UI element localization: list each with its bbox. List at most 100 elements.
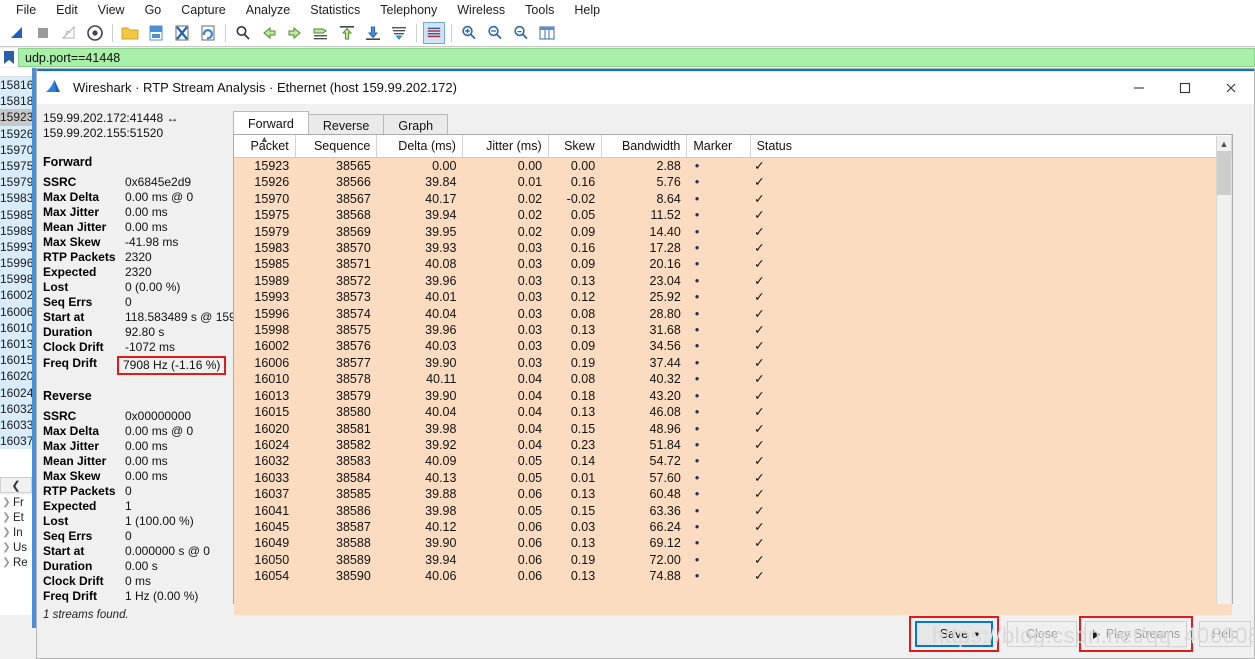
menu-item-tools[interactable]: Tools [515,1,564,19]
packet-list-row[interactable]: 16032 [0,400,32,417]
table-row[interactable]: 15923 38565 0.00 0.00 0.00 2.88 • ✓ [234,157,1232,175]
table-row[interactable]: 15985 38571 40.08 0.03 0.09 20.16 • ✓ [234,256,1232,273]
bookmark-icon[interactable] [0,48,18,67]
menu-item-edit[interactable]: Edit [46,1,88,19]
table-row[interactable]: 16049 38588 39.90 0.06 0.13 69.12 • ✓ [234,535,1232,552]
scrollbar-thumb[interactable] [1217,151,1231,195]
minimize-icon[interactable] [1116,71,1162,104]
packet-list-row-selected[interactable]: 15923 [0,109,32,126]
packet-list-row[interactable]: 15816 [0,77,32,94]
go-to-last-icon[interactable] [362,22,384,44]
table-row[interactable]: 15993 38573 40.01 0.03 0.12 25.92 • ✓ [234,289,1232,306]
stop-capture-icon[interactable] [32,22,54,44]
scroll-up-arrow-icon[interactable]: ▲ [1217,136,1231,151]
zoom-out-icon[interactable] [484,22,506,44]
packet-list-row[interactable]: 16002 [0,287,32,304]
save-file-icon[interactable] [145,22,167,44]
packet-list-hscroll-left-button[interactable]: ❮ [0,477,32,493]
go-forward-icon[interactable] [284,22,306,44]
detail-node-rtp[interactable]: ❯ Re [0,555,32,570]
packet-list-row[interactable]: 16010 [0,319,32,336]
packet-list-row[interactable]: 15993 [0,238,32,256]
table-row[interactable]: 15975 38568 39.94 0.02 0.05 11.52 • ✓ [234,207,1232,224]
capture-options-icon[interactable] [84,22,106,44]
column-header-status[interactable]: Status [750,135,1233,158]
packet-list-row[interactable]: 15985 [0,206,32,223]
play-streams-button[interactable]: Play Streams [1085,621,1187,647]
packet-list-row[interactable]: 15975 [0,157,32,175]
packet-list-row[interactable]: 15996 [0,255,32,272]
table-row[interactable]: 16033 38584 40.13 0.05 0.01 57.60 • ✓ [234,469,1232,487]
menu-item-wireless[interactable]: Wireless [447,1,515,19]
column-header-jitter[interactable]: Jitter (ms) [462,135,549,158]
go-to-packet-icon[interactable] [310,22,332,44]
colorize-icon[interactable] [423,22,445,44]
start-capture-icon[interactable] [6,22,28,44]
maximize-icon[interactable] [1162,71,1208,104]
table-row[interactable]: 15983 38570 39.93 0.03 0.16 17.28 • ✓ [234,240,1232,257]
menu-item-capture[interactable]: Capture [171,1,235,19]
close-button[interactable]: Close [1007,621,1077,647]
detail-node-udp[interactable]: ❯ Us [0,540,32,555]
menu-item-view[interactable]: View [88,1,135,19]
column-header-marker[interactable]: Marker [686,135,751,158]
packet-list-row[interactable]: 15926 [0,125,32,142]
packet-list-row[interactable]: 15989 [0,222,32,239]
table-row[interactable]: 16002 38576 40.03 0.03 0.09 34.56 • ✓ [234,338,1232,355]
find-packet-icon[interactable] [232,22,254,44]
table-row[interactable]: 16037 38585 39.88 0.06 0.13 60.48 • ✓ [234,486,1232,503]
menu-item-file[interactable]: File [6,1,46,19]
menu-item-go[interactable]: Go [135,1,172,19]
packet-list[interactable]: 15816 15818 15923 15926 15970 15975 1597… [0,68,32,491]
packet-list-row[interactable]: 15979 [0,174,32,191]
column-header-packet[interactable]: ▲ Packet [234,134,296,158]
reload-file-icon[interactable] [197,22,219,44]
menu-item-analyze[interactable]: Analyze [236,1,300,19]
column-header-bandwidth[interactable]: Bandwidth [601,135,688,158]
packet-list-row[interactable]: 15818 [0,93,32,110]
menu-item-help[interactable]: Help [564,1,610,19]
go-back-icon[interactable] [258,22,280,44]
table-row[interactable]: 16013 38579 39.90 0.04 0.18 43.20 • ✓ [234,387,1232,405]
close-file-icon[interactable] [171,22,193,44]
table-vertical-scrollbar[interactable]: ▲ [1216,136,1231,604]
table-row[interactable]: 15989 38572 39.96 0.03 0.13 23.04 • ✓ [234,272,1232,290]
packet-list-row[interactable]: 16024 [0,384,32,401]
packet-list-row[interactable]: 15983 [0,190,32,207]
table-row[interactable]: 15970 38567 40.17 0.02 -0.02 8.64 • ✓ [234,190,1232,208]
packet-list-row[interactable]: 15998 [0,271,32,288]
display-filter-input[interactable]: udp.port==41448 [18,48,1255,67]
table-row[interactable]: 16010 38578 40.11 0.04 0.08 40.32 • ✓ [234,371,1232,388]
detail-node-internet[interactable]: ❯ In [0,525,32,540]
packet-list-row[interactable]: 16013 [0,336,32,353]
table-row[interactable]: 16050 38589 39.94 0.06 0.19 72.00 • ✓ [234,551,1232,569]
table-row[interactable]: 15979 38569 39.95 0.02 0.09 14.40 • ✓ [234,223,1232,241]
restart-capture-icon[interactable] [58,22,80,44]
table-row[interactable]: 16041 38586 39.98 0.05 0.15 63.36 • ✓ [234,502,1232,519]
menu-item-telephony[interactable]: Telephony [370,1,447,19]
packet-list-row[interactable]: 15970 [0,141,32,158]
table-row[interactable]: 16054 38590 40.06 0.06 0.13 74.88 • ✓ [234,568,1232,585]
save-button[interactable]: Save ▼ [915,621,993,647]
go-to-first-icon[interactable] [336,22,358,44]
zoom-reset-icon[interactable] [510,22,532,44]
packet-list-row[interactable]: 16020 [0,368,32,385]
table-row[interactable]: 16032 38583 40.09 0.05 0.14 54.72 • ✓ [234,453,1232,470]
packet-list-row[interactable]: 16033 [0,416,32,434]
packet-detail-tree[interactable]: ❯ Fr ❯ Et ❯ In ❯ Us ❯ Re [0,495,32,615]
close-icon[interactable] [1208,71,1254,104]
column-header-skew[interactable]: Skew [548,135,602,158]
resize-columns-icon[interactable] [536,22,558,44]
table-row[interactable]: 16024 38582 39.92 0.04 0.23 51.84 • ✓ [234,436,1232,454]
table-row[interactable]: 16045 38587 40.12 0.06 0.03 66.24 • ✓ [234,518,1232,536]
table-row[interactable]: 15996 38574 40.04 0.03 0.08 28.80 • ✓ [234,305,1232,323]
column-header-delta[interactable]: Delta (ms) [376,135,463,158]
menu-item-statistics[interactable]: Statistics [300,1,370,19]
table-row[interactable]: 15926 38566 39.84 0.01 0.16 5.76 • ✓ [234,174,1232,191]
detail-node-ethernet[interactable]: ❯ Et [0,510,32,525]
dialog-title-bar[interactable]: Wireshark · RTP Stream Analysis · Ethern… [37,71,1254,104]
column-header-sequence[interactable]: Sequence [295,135,378,158]
rtp-packet-table[interactable]: ▲ Packet Sequence Delta (ms) Jitter (ms)… [233,134,1233,615]
table-row[interactable]: 16015 38580 40.04 0.04 0.13 46.08 • ✓ [234,404,1232,421]
packet-list-row[interactable]: 16037 [0,433,32,450]
